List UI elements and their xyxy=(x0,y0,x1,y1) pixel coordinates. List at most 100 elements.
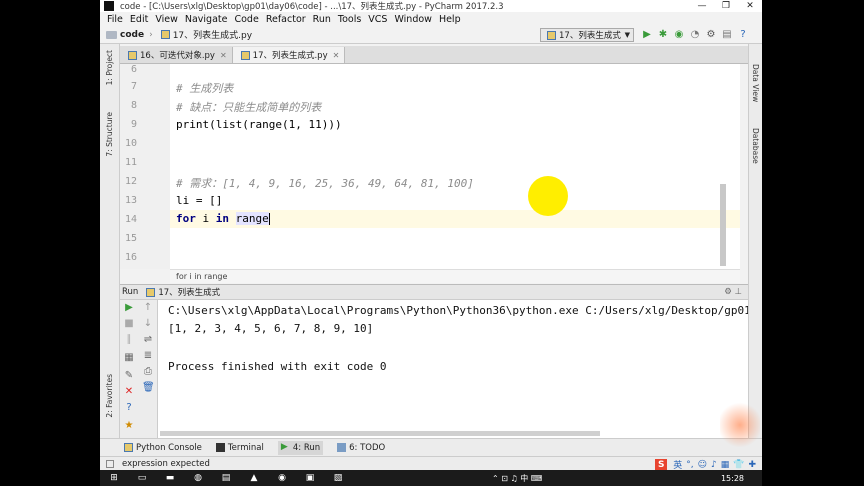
close-button[interactable]: ✕ xyxy=(738,1,762,11)
menu-navigate[interactable]: Navigate xyxy=(185,14,228,25)
windows-taskbar: ⊞ ▭ ▬ ◍ ▤ ▲ ◉ ▣ ▧ ⌃ ⊡ ♫ 中 ⌨ 15:28 xyxy=(100,470,762,486)
structure-tool-tab[interactable]: 7: Structure xyxy=(105,112,114,157)
python-file-icon xyxy=(146,287,156,297)
python-file-icon xyxy=(240,50,250,60)
console-line: [1, 2, 3, 4, 5, 6, 7, 8, 9, 10] xyxy=(168,322,374,335)
line-number: 9 xyxy=(130,119,137,130)
python-console-icon xyxy=(124,443,133,452)
coverage-icon[interactable]: ◉ xyxy=(672,29,686,41)
explorer-icon[interactable]: ▬ xyxy=(162,472,178,484)
terminal-tab[interactable]: Terminal xyxy=(215,443,264,453)
close-tab-icon[interactable]: ✕ xyxy=(220,51,227,60)
left-black-bar xyxy=(0,0,100,486)
profile-icon[interactable]: ◔ xyxy=(688,29,702,41)
chrome-icon[interactable]: ◉ xyxy=(274,472,290,484)
pin-tab-icon[interactable]: ✎ xyxy=(123,370,135,382)
stop-icon[interactable]: ■ xyxy=(123,318,135,330)
task-view-icon[interactable]: ▭ xyxy=(134,472,150,484)
menu-vcs[interactable]: VCS xyxy=(368,14,387,25)
run-config-select[interactable]: 17、列表生成式 ▼ xyxy=(540,28,634,42)
scroll-down-icon[interactable]: ↓ xyxy=(142,318,154,330)
line-number: 16 xyxy=(124,252,137,263)
nav-separator-icon: › xyxy=(149,29,153,40)
todo-icon xyxy=(337,443,347,452)
run-console[interactable]: C:\Users\xlg\AppData\Local\Programs\Pyth… xyxy=(158,300,748,438)
menu-code[interactable]: Code xyxy=(234,14,258,25)
file-manager-icon[interactable]: ▤ xyxy=(218,472,234,484)
python-console-tab[interactable]: Python Console xyxy=(124,443,202,453)
tab-iterable[interactable]: 16、可迭代对象.py ✕ xyxy=(120,47,233,63)
range-identifier: range xyxy=(235,212,269,225)
tool-tab-label: 4: Run xyxy=(292,442,321,453)
pycharm-window: code - [C:\Users\xlg\Desktop\gp01\day06\… xyxy=(100,0,762,470)
line-number: 13 xyxy=(124,195,137,206)
menu-refactor[interactable]: Refactor xyxy=(266,14,306,25)
menu-help[interactable]: Help xyxy=(439,14,461,25)
pycharm-taskbar-icon[interactable]: ▧ xyxy=(330,472,346,484)
console-horizontal-scrollbar[interactable] xyxy=(160,431,600,436)
menu-tools[interactable]: Tools xyxy=(338,14,361,25)
toggle-tool-windows-icon[interactable] xyxy=(106,459,114,468)
sdk-icon[interactable]: ▤ xyxy=(720,29,734,41)
editor-scrollbar[interactable] xyxy=(720,184,726,266)
settings-icon[interactable]: ⚙ xyxy=(704,29,718,41)
code-line-7: # 生成列表 xyxy=(176,82,234,95)
keyboard-icon: ▦ xyxy=(720,459,730,470)
vlc-icon[interactable]: ▲ xyxy=(246,472,262,484)
tool-tab-label: Python Console xyxy=(136,442,202,453)
navigation-bar: code › 17、列表生成式.py 17、列表生成式 ▼ ▶ ✱ ◉ ◔ ⚙ … xyxy=(100,26,762,44)
nav-project[interactable]: code xyxy=(120,30,144,40)
run-panel-label: Run xyxy=(122,287,139,297)
run-panel-tab[interactable]: 17、列表生成式 xyxy=(158,286,220,298)
debug-icon[interactable]: ✱ xyxy=(656,29,670,41)
line-number: 15 xyxy=(124,233,137,244)
run-tab[interactable]: ▶ 4: Run xyxy=(277,440,324,455)
menu-file[interactable]: File xyxy=(107,14,123,25)
menu-run[interactable]: Run xyxy=(313,14,331,25)
right-tool-strip: Data View Database xyxy=(748,44,762,438)
tools-icon: ✚ xyxy=(748,459,756,470)
windows-start-icon[interactable]: ⊞ xyxy=(106,472,122,484)
app-icon[interactable]: ▣ xyxy=(302,472,318,484)
cursor-highlight-dot xyxy=(528,176,568,216)
menu-window[interactable]: Window xyxy=(394,14,431,25)
tab-list-comprehension[interactable]: 17、列表生成式.py ✕ xyxy=(232,47,346,63)
close-tab-icon[interactable]: ✕ xyxy=(333,51,340,60)
help-icon[interactable]: ? xyxy=(123,402,135,414)
todo-tab[interactable]: 6: TODO xyxy=(337,443,385,453)
favorites-tool-tab[interactable]: 2: Favorites xyxy=(105,374,114,418)
pause-icon[interactable]: ∥ xyxy=(123,334,135,346)
pycharm-logo-icon xyxy=(104,1,114,11)
scroll-to-end-icon[interactable]: ≣ xyxy=(142,350,154,362)
code-breadcrumb[interactable]: for i in range xyxy=(170,269,740,283)
data-view-tool-tab[interactable]: Data View xyxy=(751,64,760,102)
close-run-icon[interactable]: ✕ xyxy=(123,386,135,398)
right-black-bar xyxy=(764,0,864,486)
database-tool-tab[interactable]: Database xyxy=(751,128,760,164)
project-tool-tab[interactable]: 1: Project xyxy=(105,50,114,85)
rerun-icon[interactable]: ▶ xyxy=(123,302,135,314)
ime-toolbar[interactable]: S 英 °, ☺ ♪ ▦ 👕 ✚ xyxy=(655,458,756,470)
code-editor[interactable]: # 生成列表 # 缺点：只能生成简单的列表 print(list(range(1… xyxy=(170,64,740,269)
python-file-icon xyxy=(547,30,556,40)
emoji-icon: ☺ xyxy=(697,459,707,470)
clear-all-icon[interactable]: 🗑 xyxy=(142,382,155,394)
menu-edit[interactable]: Edit xyxy=(130,14,148,25)
minimize-button[interactable]: — xyxy=(690,1,714,11)
run-icon[interactable]: ▶ xyxy=(640,29,654,41)
help-icon[interactable]: ? xyxy=(736,29,750,41)
nav-file[interactable]: 17、列表生成式.py xyxy=(173,28,252,41)
print-icon[interactable]: ⎙ xyxy=(142,366,154,378)
scroll-up-icon[interactable]: ↑ xyxy=(142,302,154,314)
run-config-label: 17、列表生成式 xyxy=(559,31,621,41)
dump-threads-icon[interactable]: ▦ xyxy=(123,352,135,364)
hide-panel-icon[interactable]: ⚙ ⊥ xyxy=(724,287,742,297)
code-line-9: print(list(range(1, 11))) xyxy=(176,118,342,131)
browser-icon[interactable]: ◍ xyxy=(190,472,206,484)
skin-icon: 👕 xyxy=(733,459,745,470)
soft-wrap-icon[interactable]: ⇌ xyxy=(142,334,154,346)
maximize-button[interactable]: ❐ xyxy=(714,1,738,11)
line-number: 11 xyxy=(124,157,137,168)
tab-label: 17、列表生成式.py xyxy=(252,51,328,61)
menu-view[interactable]: View xyxy=(155,14,178,25)
